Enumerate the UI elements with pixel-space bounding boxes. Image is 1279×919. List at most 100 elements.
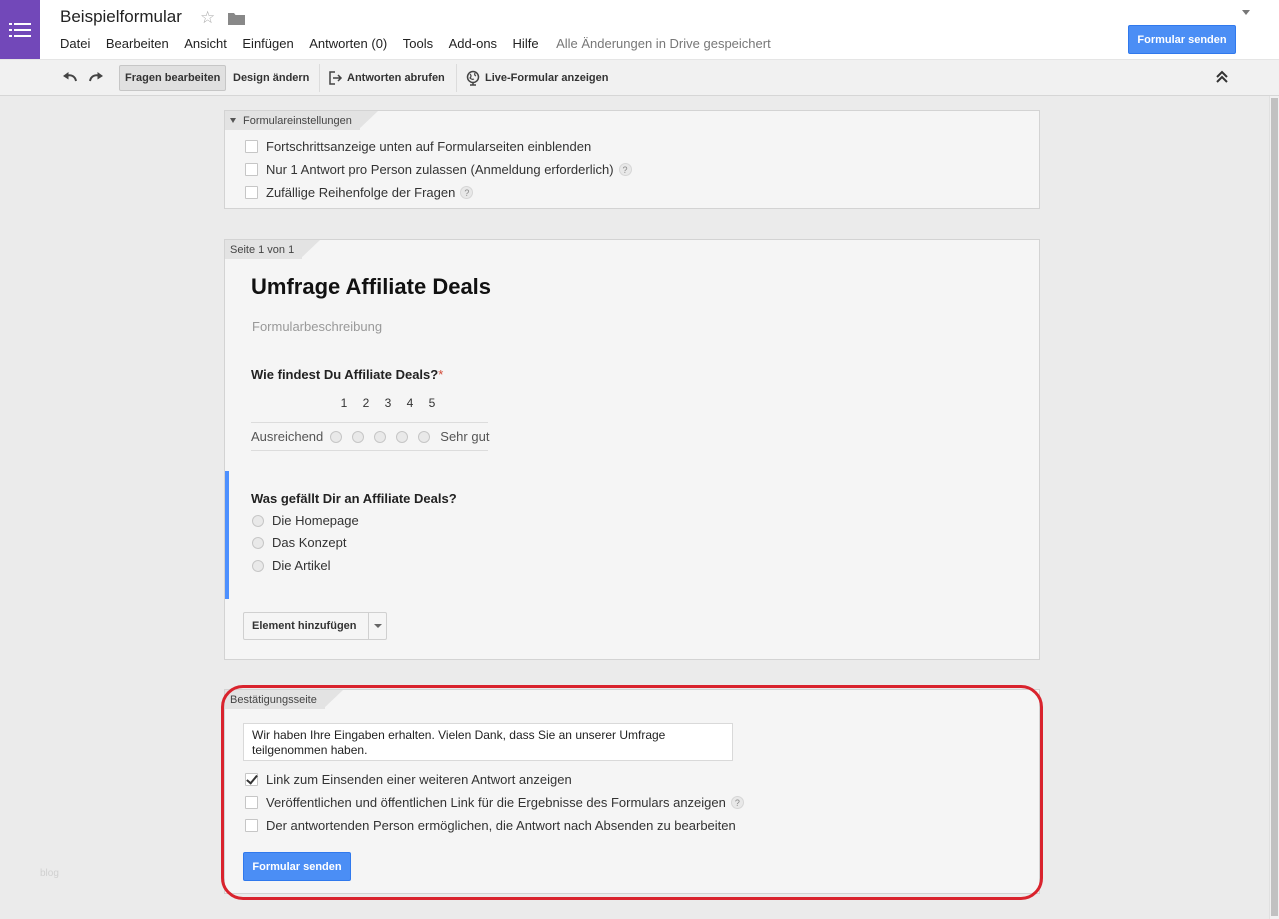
option-homepage[interactable]: Die Homepage bbox=[252, 513, 359, 528]
checkbox-checked[interactable] bbox=[245, 773, 258, 786]
menu-bar: Datei Bearbeiten Ansicht Einfügen Antwor… bbox=[60, 36, 786, 51]
scale-row: Ausreichend Sehr gut bbox=[251, 429, 489, 444]
option-label: Der antwortenden Person ermöglichen, die… bbox=[266, 818, 736, 833]
scrollbar-thumb[interactable] bbox=[1271, 98, 1278, 916]
toolbar-divider bbox=[319, 64, 320, 92]
active-question-indicator bbox=[225, 471, 229, 599]
star-icon[interactable]: ☆ bbox=[200, 8, 215, 28]
form-title[interactable]: Umfrage Affiliate Deals bbox=[251, 274, 491, 300]
option-allow-edit[interactable]: Der antwortenden Person ermöglichen, die… bbox=[245, 818, 736, 833]
account-dropdown-icon[interactable] bbox=[1242, 10, 1250, 15]
save-status[interactable]: Alle Änderungen in Drive gespeichert bbox=[556, 36, 771, 51]
get-responses-label: Antworten abrufen bbox=[347, 72, 445, 84]
option-show-another-response-link[interactable]: Link zum Einsenden einer weiteren Antwor… bbox=[245, 772, 572, 787]
chevron-down-icon[interactable] bbox=[374, 624, 382, 628]
setting-label: Nur 1 Antwort pro Person zulassen (Anmel… bbox=[266, 162, 614, 177]
scale-number: 2 bbox=[362, 396, 370, 410]
checkbox[interactable] bbox=[245, 140, 258, 153]
collapse-header-icon[interactable] bbox=[1215, 70, 1229, 84]
checkbox[interactable] bbox=[245, 163, 258, 176]
scale-radio-5[interactable] bbox=[418, 430, 431, 443]
option-label: Die Homepage bbox=[272, 513, 359, 528]
confirmation-tab: Bestätigungsseite bbox=[225, 690, 345, 709]
collapse-triangle-icon bbox=[230, 118, 236, 123]
menu-tools[interactable]: Tools bbox=[403, 36, 433, 51]
menu-bearbeiten[interactable]: Bearbeiten bbox=[106, 36, 169, 51]
menu-hilfe[interactable]: Hilfe bbox=[513, 36, 539, 51]
menu-ansicht[interactable]: Ansicht bbox=[184, 36, 227, 51]
scale-high-label: Sehr gut bbox=[440, 429, 490, 444]
setting-label: Zufällige Reihenfolge der Fragen bbox=[266, 185, 456, 200]
setting-progress-bar[interactable]: Fortschrittsanzeige unten auf Formularse… bbox=[245, 139, 591, 154]
setting-one-response[interactable]: Nur 1 Antwort pro Person zulassen (Anmel… bbox=[245, 162, 632, 177]
scale-divider bbox=[251, 450, 488, 451]
view-live-form-button[interactable]: Live-Formular anzeigen bbox=[460, 65, 613, 91]
scale-number: 4 bbox=[406, 396, 414, 410]
radio-button[interactable] bbox=[252, 559, 264, 572]
scale-number: 1 bbox=[340, 396, 348, 410]
scale-number: 3 bbox=[384, 396, 392, 410]
menu-add-ons[interactable]: Add-ons bbox=[449, 36, 497, 51]
page-tab-label: Seite 1 von 1 bbox=[230, 243, 295, 256]
help-icon[interactable]: ? bbox=[460, 186, 474, 199]
form-settings-tab[interactable]: Formulareinstellungen bbox=[225, 111, 380, 130]
help-icon[interactable]: ? bbox=[618, 163, 632, 176]
change-design-button[interactable]: Design ändern bbox=[228, 65, 314, 91]
option-publish-results[interactable]: Veröffentlichen und öffentlichen Link fü… bbox=[245, 795, 744, 810]
option-label: Die Artikel bbox=[272, 558, 331, 573]
scale-low-label: Ausreichend bbox=[251, 429, 324, 444]
confirmation-page-panel: Bestätigungsseite Wir haben Ihre Eingabe… bbox=[224, 689, 1040, 894]
setting-shuffle-questions[interactable]: Zufällige Reihenfolge der Fragen ? bbox=[245, 185, 474, 200]
undo-icon[interactable] bbox=[62, 70, 78, 84]
radio-button[interactable] bbox=[252, 514, 264, 527]
scale-divider bbox=[251, 422, 488, 423]
get-responses-button[interactable]: Antworten abrufen bbox=[324, 65, 450, 91]
scale-number: 5 bbox=[428, 396, 436, 410]
watermark: blog bbox=[40, 868, 59, 879]
checkbox[interactable] bbox=[245, 819, 258, 832]
app-header: Beispielformular ☆ Datei Bearbeiten Ansi… bbox=[0, 0, 1279, 60]
question-1-title[interactable]: Wie findest Du Affiliate Deals?* bbox=[251, 367, 443, 382]
scale-radio-2[interactable] bbox=[352, 430, 365, 443]
confirmation-tab-label: Bestätigungsseite bbox=[230, 693, 317, 706]
toolbar: Fragen bearbeiten Design ändern Antworte… bbox=[0, 60, 1279, 96]
toolbar-divider bbox=[456, 64, 457, 92]
option-artikel[interactable]: Die Artikel bbox=[252, 558, 331, 573]
menu-datei[interactable]: Datei bbox=[60, 36, 90, 51]
menu-einfuegen[interactable]: Einfügen bbox=[242, 36, 293, 51]
globe-icon bbox=[466, 70, 480, 86]
document-title[interactable]: Beispielformular bbox=[60, 7, 182, 27]
scale-radio-4[interactable] bbox=[396, 430, 409, 443]
add-item-button[interactable]: Element hinzufügen bbox=[243, 612, 387, 640]
send-form-button[interactable]: Formular senden bbox=[243, 852, 351, 881]
menu-antworten[interactable]: Antworten (0) bbox=[309, 36, 387, 51]
form-settings-panel: Formulareinstellungen Fortschrittsanzeig… bbox=[224, 110, 1040, 209]
help-icon[interactable]: ? bbox=[730, 796, 744, 809]
forms-list-icon bbox=[9, 22, 31, 37]
add-item-label: Element hinzufügen bbox=[252, 620, 357, 632]
scale-numbers: 1 2 3 4 5 bbox=[333, 396, 443, 410]
option-label: Das Konzept bbox=[272, 535, 347, 550]
checkbox[interactable] bbox=[245, 796, 258, 809]
form-page-panel: Seite 1 von 1 Umfrage Affiliate Deals Fo… bbox=[224, 239, 1040, 660]
radio-button[interactable] bbox=[252, 536, 264, 549]
checkbox[interactable] bbox=[245, 186, 258, 199]
edit-questions-button[interactable]: Fragen bearbeiten bbox=[119, 65, 227, 91]
scale-radio-3[interactable] bbox=[374, 430, 387, 443]
button-divider bbox=[368, 613, 369, 639]
send-form-button-header[interactable]: Formular senden bbox=[1128, 25, 1236, 54]
scale-radio-1[interactable] bbox=[330, 430, 343, 443]
redo-icon[interactable] bbox=[88, 70, 104, 84]
confirmation-message-field[interactable]: Wir haben Ihre Eingaben erhalten. Vielen… bbox=[243, 723, 733, 761]
option-label: Link zum Einsenden einer weiteren Antwor… bbox=[266, 772, 572, 787]
setting-label: Fortschrittsanzeige unten auf Formularse… bbox=[266, 139, 592, 154]
view-live-form-label: Live-Formular anzeigen bbox=[485, 72, 609, 84]
option-label: Veröffentlichen und öffentlichen Link fü… bbox=[266, 795, 726, 810]
form-description[interactable]: Formularbeschreibung bbox=[252, 319, 382, 334]
option-konzept[interactable]: Das Konzept bbox=[252, 535, 346, 550]
forms-home-button[interactable] bbox=[0, 0, 40, 59]
form-settings-tab-label: Formulareinstellungen bbox=[243, 114, 352, 127]
question-2-title[interactable]: Was gefällt Dir an Affiliate Deals? bbox=[251, 491, 457, 506]
required-marker: * bbox=[438, 367, 444, 382]
folder-icon[interactable] bbox=[228, 12, 245, 25]
